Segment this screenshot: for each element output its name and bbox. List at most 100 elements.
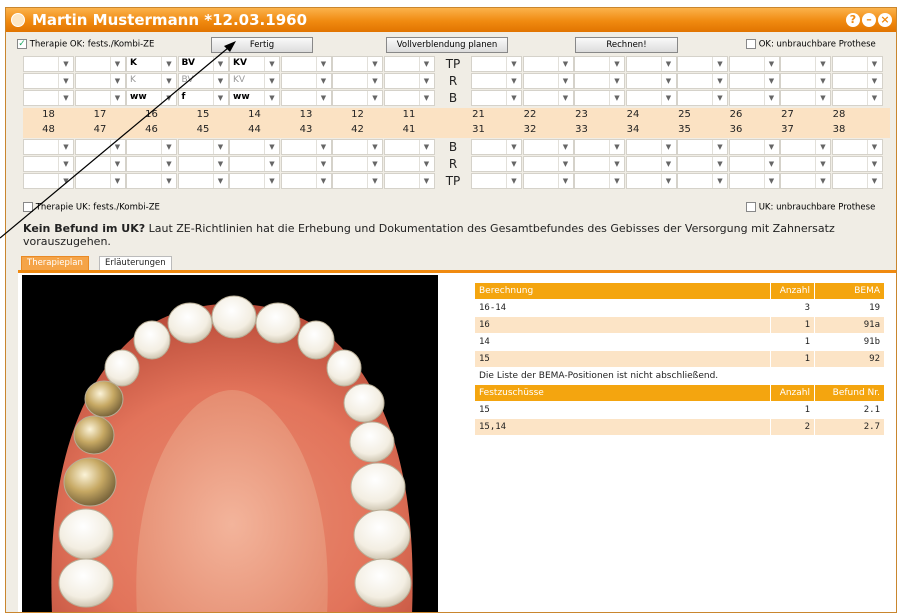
tooth-input-lower[interactable]: ▼ — [831, 173, 883, 189]
dropdown-arrow-icon[interactable]: ▼ — [58, 174, 73, 188]
dropdown-arrow-icon[interactable]: ▼ — [557, 140, 573, 154]
dropdown-arrow-icon[interactable]: ▼ — [212, 157, 228, 171]
tooth-input-lower[interactable]: ▼ — [625, 139, 677, 155]
tooth-input-upper[interactable]: ▼ — [574, 90, 625, 106]
dropdown-arrow-icon[interactable]: ▼ — [506, 174, 521, 188]
dropdown-arrow-icon[interactable]: ▼ — [866, 157, 882, 171]
tooth-input-upper[interactable]: ▼ — [383, 90, 435, 106]
dropdown-arrow-icon[interactable]: ▼ — [557, 174, 573, 188]
tooth-input-upper[interactable]: ▼ — [831, 90, 883, 106]
tooth-input-upper[interactable]: ▼ — [522, 56, 574, 72]
tooth-input-upper[interactable]: ▼ — [383, 56, 435, 72]
dropdown-arrow-icon[interactable]: ▼ — [161, 157, 176, 171]
tooth-input-upper[interactable]: ▼ — [780, 56, 831, 72]
dropdown-arrow-icon[interactable]: ▼ — [58, 157, 73, 171]
dropdown-arrow-icon[interactable]: ▼ — [418, 174, 434, 188]
tooth-input-upper[interactable]: ▼ — [831, 56, 883, 72]
tooth-input-upper[interactable]: ▼ — [280, 56, 332, 72]
dropdown-arrow-icon[interactable]: ▼ — [264, 57, 279, 71]
dropdown-arrow-icon[interactable]: ▼ — [609, 140, 624, 154]
dropdown-arrow-icon[interactable]: ▼ — [763, 57, 779, 71]
tooth-input-upper[interactable]: ▼ — [574, 56, 625, 72]
tooth-input-lower[interactable]: ▼ — [780, 156, 831, 172]
tooth-input-lower[interactable]: ▼ — [471, 156, 522, 172]
tooth-input-upper[interactable]: ▼ — [625, 73, 677, 89]
tooth-input-lower[interactable]: ▼ — [229, 139, 280, 155]
tooth-input-upper[interactable]: ▼ — [522, 90, 574, 106]
dropdown-arrow-icon[interactable]: ▼ — [557, 91, 573, 105]
dropdown-arrow-icon[interactable]: ▼ — [712, 74, 727, 88]
tooth-input-upper[interactable]: ▼ — [471, 56, 522, 72]
dropdown-arrow-icon[interactable]: ▼ — [367, 74, 382, 88]
dropdown-arrow-icon[interactable]: ▼ — [367, 57, 382, 71]
dropdown-arrow-icon[interactable]: ▼ — [161, 57, 176, 71]
dropdown-arrow-icon[interactable]: ▼ — [815, 157, 830, 171]
tooth-input-lower[interactable]: ▼ — [728, 156, 780, 172]
dropdown-arrow-icon[interactable]: ▼ — [109, 74, 125, 88]
tooth-input-lower[interactable]: ▼ — [74, 173, 126, 189]
dropdown-arrow-icon[interactable]: ▼ — [660, 91, 676, 105]
dropdown-arrow-icon[interactable]: ▼ — [712, 157, 727, 171]
dropdown-arrow-icon[interactable]: ▼ — [264, 74, 279, 88]
tooth-input-lower[interactable]: ▼ — [383, 156, 435, 172]
dropdown-arrow-icon[interactable]: ▼ — [763, 157, 779, 171]
help-icon[interactable]: ? — [846, 13, 860, 27]
dropdown-arrow-icon[interactable]: ▼ — [866, 140, 882, 154]
dropdown-arrow-icon[interactable]: ▼ — [367, 140, 382, 154]
tooth-input-upper[interactable]: ▼ — [728, 73, 780, 89]
dropdown-arrow-icon[interactable]: ▼ — [58, 91, 73, 105]
tooth-input-lower[interactable]: ▼ — [280, 156, 332, 172]
dropdown-arrow-icon[interactable]: ▼ — [315, 157, 331, 171]
dropdown-arrow-icon[interactable]: ▼ — [212, 57, 228, 71]
tooth-input-lower[interactable]: ▼ — [574, 173, 625, 189]
tooth-input-lower[interactable]: ▼ — [383, 173, 435, 189]
tooth-input-upper[interactable]: ▼ — [74, 73, 126, 89]
dropdown-arrow-icon[interactable]: ▼ — [660, 57, 676, 71]
tooth-input-lower[interactable]: ▼ — [522, 139, 574, 155]
dropdown-arrow-icon[interactable]: ▼ — [506, 91, 521, 105]
tooth-input-lower[interactable]: ▼ — [177, 139, 229, 155]
dropdown-arrow-icon[interactable]: ▼ — [866, 74, 882, 88]
tooth-input-lower[interactable]: ▼ — [677, 139, 728, 155]
dropdown-arrow-icon[interactable]: ▼ — [660, 174, 676, 188]
dropdown-arrow-icon[interactable]: ▼ — [763, 91, 779, 105]
dropdown-arrow-icon[interactable]: ▼ — [315, 174, 331, 188]
dropdown-arrow-icon[interactable]: ▼ — [109, 140, 125, 154]
dropdown-arrow-icon[interactable]: ▼ — [315, 74, 331, 88]
tooth-input-upper[interactable]: ▼ — [74, 90, 126, 106]
tooth-input-lower[interactable]: ▼ — [831, 139, 883, 155]
dropdown-arrow-icon[interactable]: ▼ — [264, 174, 279, 188]
dropdown-arrow-icon[interactable]: ▼ — [315, 91, 331, 105]
dropdown-arrow-icon[interactable]: ▼ — [418, 157, 434, 171]
dropdown-arrow-icon[interactable]: ▼ — [866, 174, 882, 188]
tooth-input-upper[interactable]: ww ▼ — [229, 90, 280, 106]
tooth-input-upper[interactable]: ▼ — [625, 56, 677, 72]
tooth-input-lower[interactable]: ▼ — [126, 156, 177, 172]
dropdown-arrow-icon[interactable]: ▼ — [506, 157, 521, 171]
dropdown-arrow-icon[interactable]: ▼ — [367, 91, 382, 105]
ok-unusable-checkbox[interactable]: OK: unbrauchbare Prothese — [746, 39, 876, 50]
dropdown-arrow-icon[interactable]: ▼ — [763, 140, 779, 154]
vollverblendung-button[interactable]: Vollverblendung planen — [386, 37, 508, 53]
tooth-input-upper[interactable]: f ▼ — [177, 90, 229, 106]
tooth-input-lower[interactable]: ▼ — [229, 173, 280, 189]
dropdown-arrow-icon[interactable]: ▼ — [109, 57, 125, 71]
dropdown-arrow-icon[interactable]: ▼ — [815, 91, 830, 105]
dropdown-arrow-icon[interactable]: ▼ — [418, 91, 434, 105]
dropdown-arrow-icon[interactable]: ▼ — [609, 157, 624, 171]
tooth-input-lower[interactable]: ▼ — [229, 156, 280, 172]
tooth-input-lower[interactable]: ▼ — [23, 173, 74, 189]
tooth-input-upper[interactable]: ▼ — [471, 73, 522, 89]
tooth-input-lower[interactable]: ▼ — [126, 139, 177, 155]
dropdown-arrow-icon[interactable]: ▼ — [161, 140, 176, 154]
dropdown-arrow-icon[interactable]: ▼ — [815, 57, 830, 71]
tooth-input-upper[interactable]: ▼ — [728, 90, 780, 106]
dropdown-arrow-icon[interactable]: ▼ — [58, 140, 73, 154]
tooth-input-upper[interactable]: ▼ — [780, 73, 831, 89]
therapy-ok-checkbox[interactable]: ✓ Therapie OK: fests./Kombi-ZE — [17, 39, 154, 50]
tooth-input-lower[interactable]: ▼ — [522, 156, 574, 172]
tooth-input-upper[interactable]: ▼ — [522, 73, 574, 89]
uk-unusable-checkbox[interactable]: UK: unbrauchbare Prothese — [746, 202, 875, 213]
dropdown-arrow-icon[interactable]: ▼ — [212, 174, 228, 188]
tooth-input-lower[interactable]: ▼ — [574, 139, 625, 155]
